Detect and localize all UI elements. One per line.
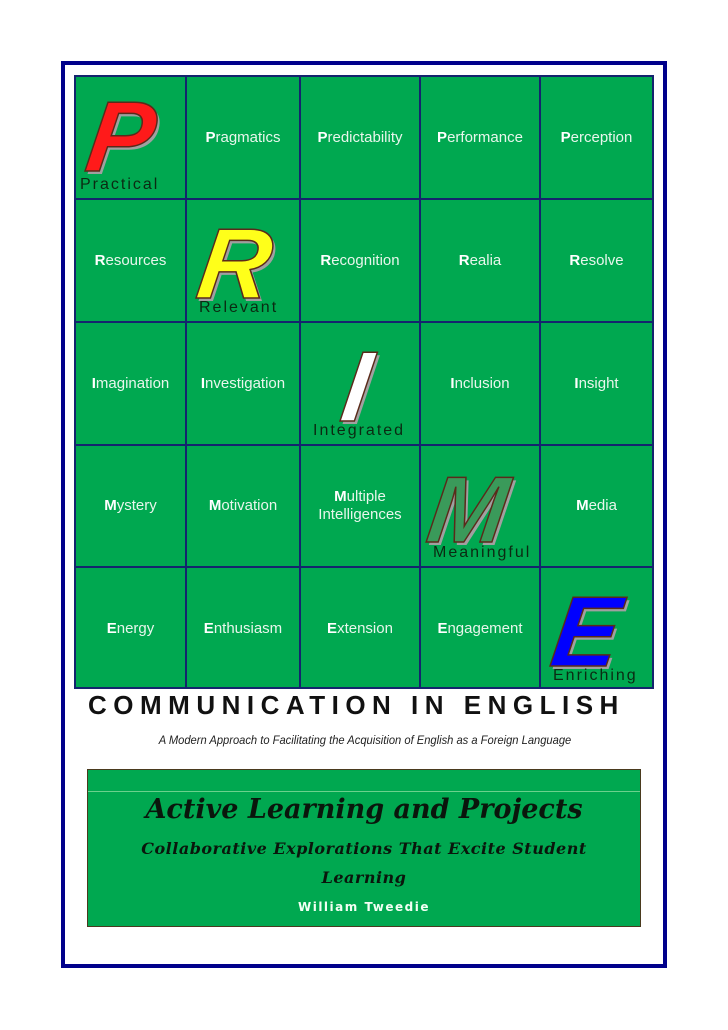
- grid-cell: Inclusion: [421, 323, 541, 446]
- cell-text: Pragmatics: [205, 128, 281, 146]
- cell-text: Recognition: [320, 251, 400, 269]
- cell-text: Inclusion: [450, 374, 510, 392]
- cell-text: Engagement: [437, 619, 523, 637]
- grid-cell: Resources: [76, 200, 187, 323]
- grid-cell: Extension: [301, 568, 421, 689]
- grid-cell: Predictability: [301, 77, 421, 200]
- banner-divider: [88, 791, 640, 792]
- grid-cell: Mystery: [76, 446, 187, 568]
- tagline: A Modern Approach to Facilitating the Ac…: [158, 733, 572, 747]
- cell-text: Extension: [327, 619, 393, 637]
- cell-text: Perception: [560, 128, 633, 146]
- grid-cell: Multiple Intelligences: [301, 446, 421, 568]
- cell-text: Insight: [574, 374, 619, 392]
- letter-cell-i: I Integrated: [301, 323, 421, 446]
- grid-cell: Enthusiasm: [187, 568, 301, 689]
- cell-text: Motivation: [208, 497, 278, 514]
- grid-cell: Perception: [541, 77, 652, 200]
- cell-text: Resources: [94, 251, 167, 269]
- grid-cell: Pragmatics: [187, 77, 301, 200]
- cell-text: Mystery: [104, 497, 157, 514]
- cell-text: Imagination: [91, 374, 170, 392]
- grid-cell: Insight: [541, 323, 652, 446]
- cell-text: Predictability: [317, 128, 403, 146]
- title-banner: Active Learning and Projects Collaborati…: [87, 769, 641, 927]
- prime-grid: P Practical Pragmatics Predictability Perfor…: [74, 75, 654, 689]
- grid-cell: Engagement: [421, 568, 541, 689]
- letter-caption: Practical: [80, 176, 160, 193]
- grid-cell: Resolve: [541, 200, 652, 323]
- grid-cell: Recognition: [301, 200, 421, 323]
- letter-caption: Enriching: [553, 667, 638, 684]
- letter-caption: Integrated: [313, 422, 406, 439]
- letter-cell-e: E Enriching: [541, 568, 652, 689]
- main-title: COMMUNICATION IN ENGLISH: [88, 690, 625, 720]
- letter-cell-m: M Meaningful: [421, 446, 541, 568]
- grid-cell: Investigation: [187, 323, 301, 446]
- cell-text: Enthusiasm: [203, 619, 283, 637]
- grid-cell: Performance: [421, 77, 541, 200]
- author-name: William Tweedie: [297, 900, 431, 914]
- grid-cell: Media: [541, 446, 652, 568]
- cell-text: Media: [576, 497, 617, 514]
- cell-text: Performance: [437, 128, 523, 146]
- grid-cell: Motivation: [187, 446, 301, 568]
- cell-text: Realia: [458, 251, 502, 269]
- letter-caption: Meaningful: [433, 544, 532, 561]
- grid-cell: Energy: [76, 568, 187, 689]
- book-title: Active Learning and Projects: [145, 794, 583, 825]
- grid-cell: Imagination: [76, 323, 187, 446]
- cell-text: Resolve: [569, 251, 624, 269]
- letter-caption: Relevant: [199, 299, 279, 316]
- letter-cell-r: R Relevant: [187, 200, 301, 323]
- letter-cell-p: P Practical: [76, 77, 187, 200]
- cell-text: Energy: [106, 619, 155, 637]
- grid-cell: Realia: [421, 200, 541, 323]
- letter-p-icon: P: [79, 80, 163, 194]
- cell-text: Multiple Intelligences: [318, 488, 402, 523]
- cell-text: Investigation: [200, 374, 286, 392]
- book-subtitle: Collaborative Explorations That Excite S…: [141, 839, 587, 887]
